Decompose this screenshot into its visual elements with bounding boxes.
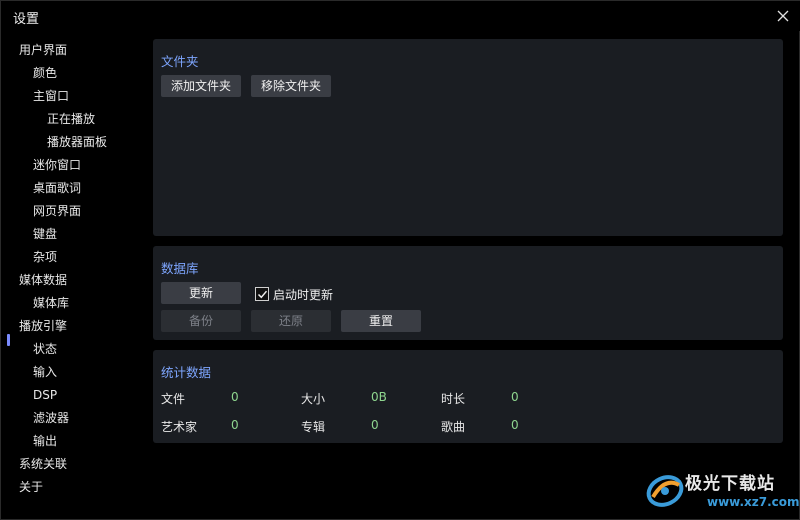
title-bar: 设置 (1, 1, 800, 31)
backup-button[interactable]: 备份 (161, 310, 241, 332)
size-value: 0B (371, 390, 387, 404)
reset-button[interactable]: 重置 (341, 310, 421, 332)
nav-item-playback-engine[interactable]: 播放引擎 (19, 316, 67, 336)
close-button[interactable] (771, 4, 795, 28)
nav-item-keyboard[interactable]: 键盘 (33, 224, 57, 244)
nav-item-about[interactable]: 关于 (19, 477, 43, 497)
update-button[interactable]: 更新 (161, 282, 241, 304)
watermark-url: www.xz7.com (707, 495, 800, 509)
watermark: 极光下载站 www.xz7.com (641, 463, 800, 520)
nav-item-misc[interactable]: 杂项 (33, 247, 57, 267)
watermark-logo-icon (646, 475, 684, 507)
nav-item-media-data[interactable]: 媒体数据 (19, 270, 67, 290)
nav-item-status[interactable]: 状态 (33, 339, 57, 359)
update-on-start-checkbox[interactable] (255, 287, 269, 301)
database-title: 数据库 (161, 261, 199, 276)
settings-window: 设置 用户界面 颜色 主窗口 正在播放 播放器面板 迷你窗口 桌面歌词 网页界面… (0, 0, 800, 520)
update-on-start-label: 启动时更新 (273, 288, 334, 302)
check-icon (257, 290, 267, 298)
nav-item-filter[interactable]: 滤波器 (33, 408, 69, 428)
close-icon (777, 10, 789, 22)
nav-item-input[interactable]: 输入 (33, 362, 57, 382)
files-value: 0 (231, 390, 239, 404)
nav-item-mini-window[interactable]: 迷你窗口 (33, 155, 81, 175)
remove-folder-button[interactable]: 移除文件夹 (251, 75, 331, 97)
folders-panel: 文件夹 添加文件夹 移除文件夹 (153, 39, 783, 236)
nav-item-ui[interactable]: 用户界面 (19, 40, 67, 60)
nav-item-now-playing[interactable]: 正在播放 (47, 109, 95, 129)
songs-label: 歌曲 (441, 420, 466, 434)
duration-value: 0 (511, 390, 519, 404)
add-folder-button[interactable]: 添加文件夹 (161, 75, 241, 97)
nav-item-main-window[interactable]: 主窗口 (33, 86, 69, 106)
nav-item-file-association[interactable]: 系统关联 (19, 454, 67, 474)
stats-panel: 统计数据 文件 0 大小 0B 时长 0 艺术家 0 专辑 0 歌曲 0 (153, 350, 783, 443)
folders-title: 文件夹 (161, 54, 199, 69)
nav-item-colors[interactable]: 颜色 (33, 63, 57, 83)
artists-label: 艺术家 (161, 420, 198, 434)
nav-item-output[interactable]: 输出 (33, 431, 57, 451)
restore-button[interactable]: 还原 (251, 310, 331, 332)
duration-label: 时长 (441, 392, 466, 406)
database-panel: 数据库 更新 备份 还原 重置 (153, 246, 783, 340)
nav-item-player-panel[interactable]: 播放器面板 (47, 132, 107, 152)
files-label: 文件 (161, 392, 186, 406)
selected-indicator (7, 334, 10, 346)
nav-item-desktop-lyrics[interactable]: 桌面歌词 (33, 178, 81, 198)
nav-item-media-library[interactable]: 媒体库 (33, 293, 69, 313)
nav-item-web-ui[interactable]: 网页界面 (33, 201, 81, 221)
albums-label: 专辑 (301, 420, 326, 434)
stats-title: 统计数据 (161, 365, 212, 380)
window-title: 设置 (13, 12, 40, 27)
artists-value: 0 (231, 418, 239, 432)
watermark-text: 极光下载站 (685, 474, 775, 494)
settings-nav: 用户界面 颜色 主窗口 正在播放 播放器面板 迷你窗口 桌面歌词 网页界面 键盘… (1, 39, 141, 509)
albums-value: 0 (371, 418, 379, 432)
nav-item-dsp[interactable]: DSP (33, 385, 57, 405)
songs-value: 0 (511, 418, 519, 432)
size-label: 大小 (301, 392, 326, 406)
